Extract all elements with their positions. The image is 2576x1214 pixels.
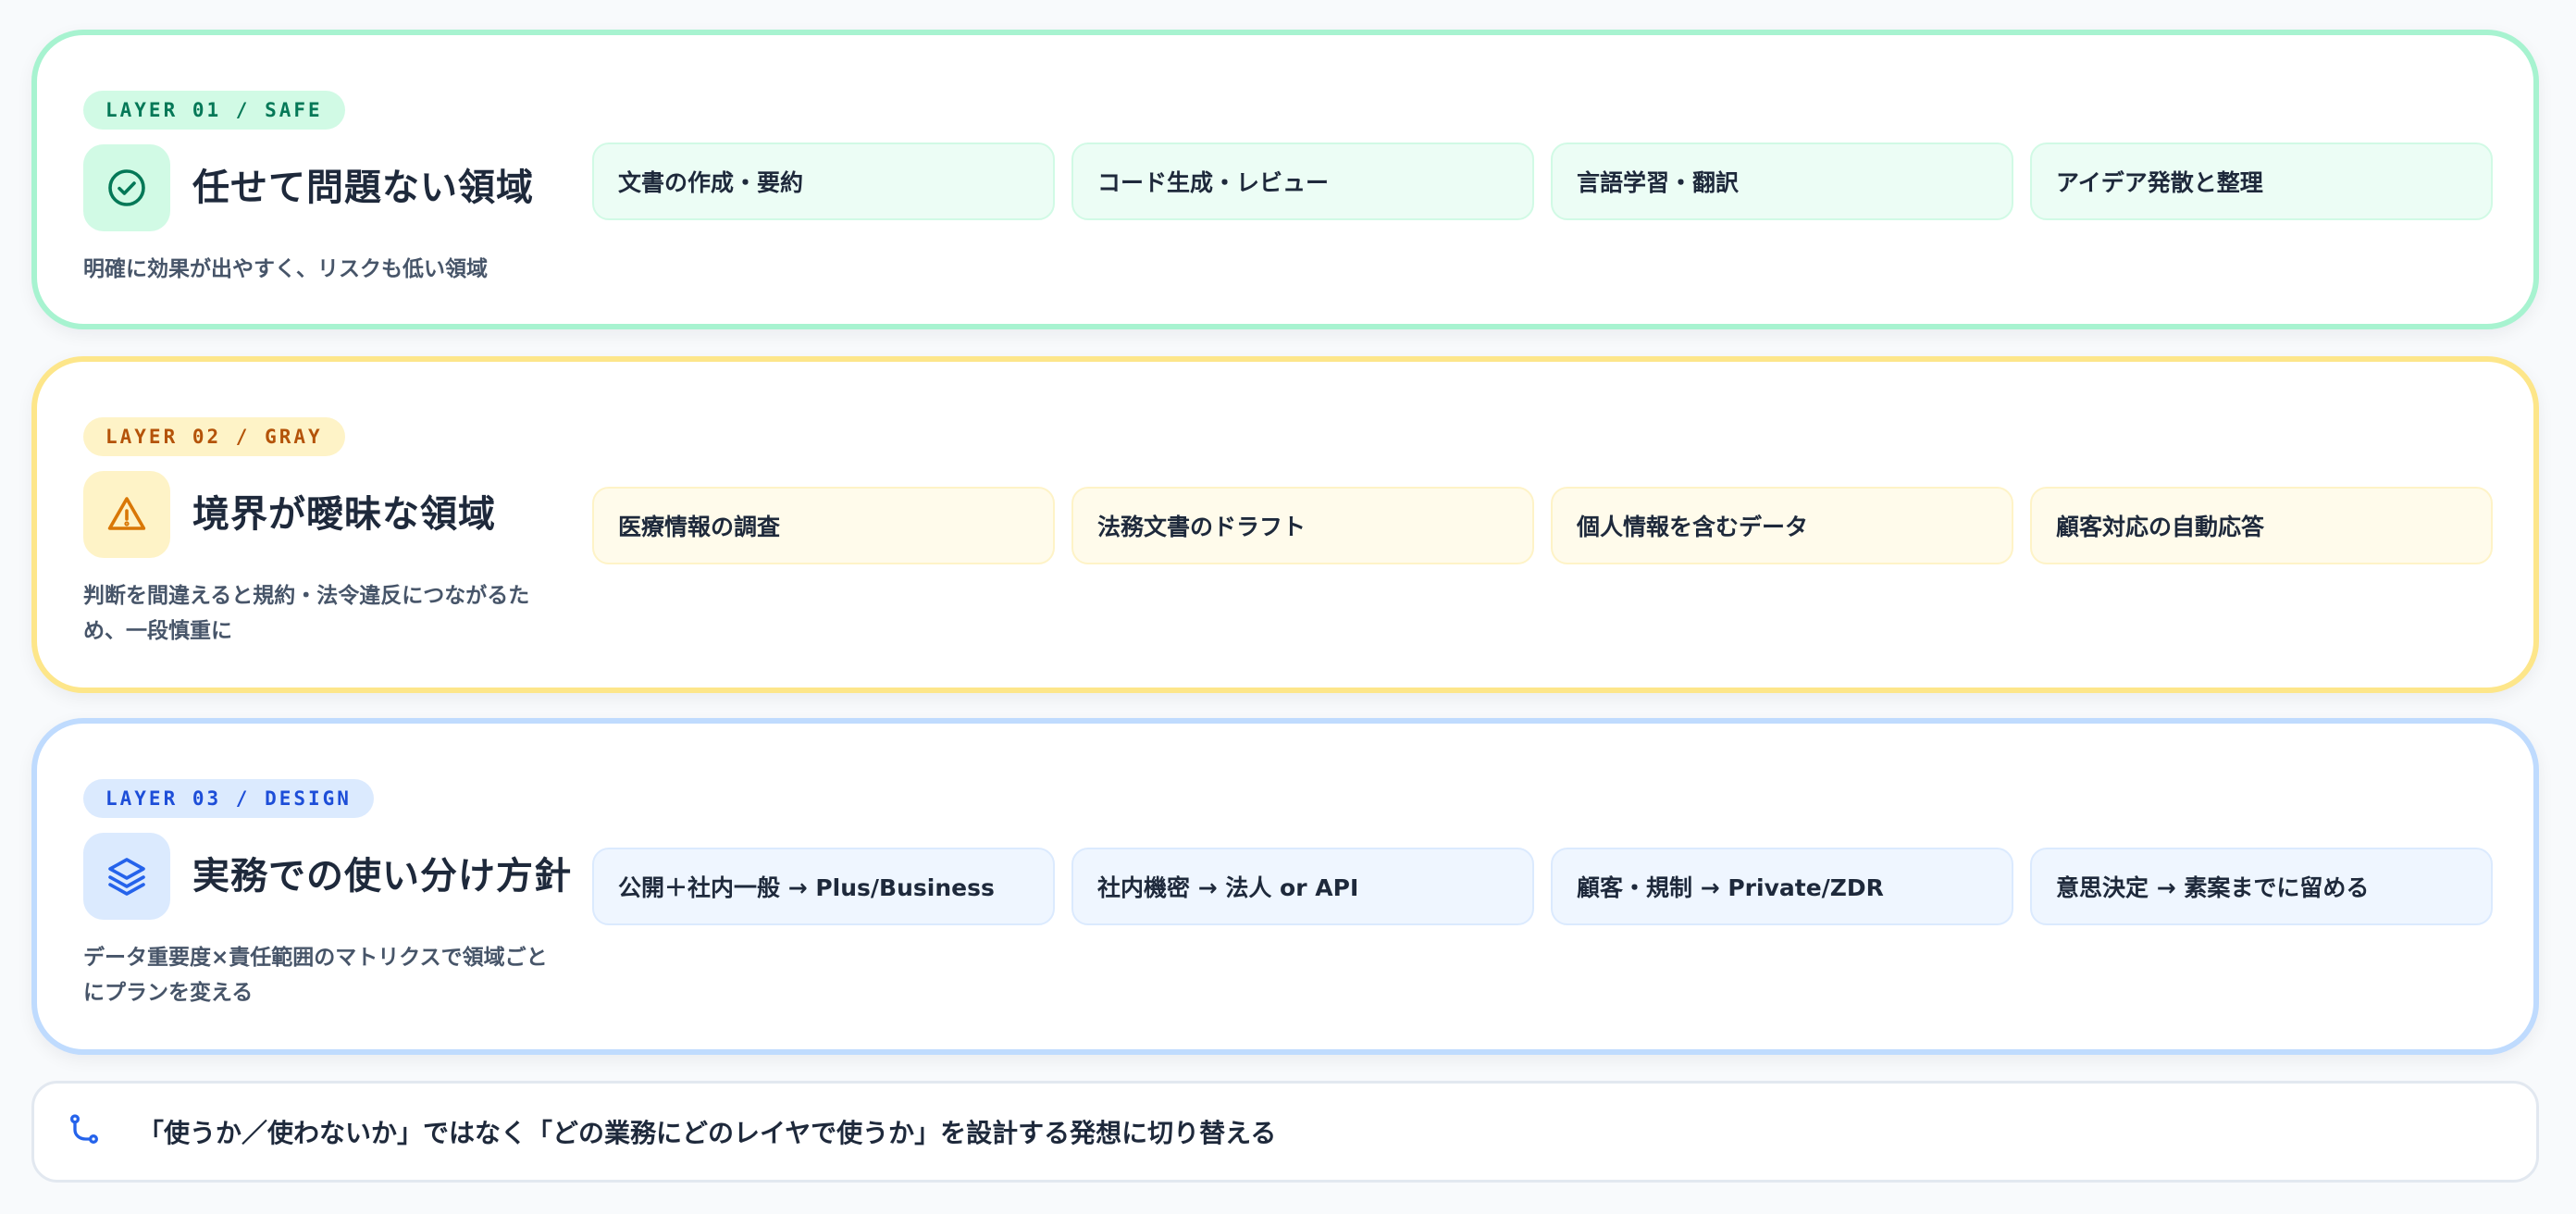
- layer-safe-header: LAYER 01 / SAFE 任せて問題ない領域 明確に効果が出やすく、リスク…: [83, 91, 592, 287]
- layer-badge: LAYER 02 / GRAY: [83, 417, 345, 456]
- footer-text: 「使うか／使わないか」ではなく「どの業務にどのレイヤで使うか」を設計する発想に切…: [138, 1118, 1277, 1148]
- chip-item: 公開＋社内一般 → Plus/Business: [592, 848, 1055, 925]
- layer-title-row: 境界が曖昧な領域: [83, 471, 592, 558]
- layer-description: 判断を間違えると規約・法令違反につながるため、一段慎重に: [83, 584, 530, 643]
- layer-design-header: LAYER 03 / DESIGN 実務での使い分け方針 データ重要度×責任範囲…: [83, 779, 592, 1010]
- chip-item: 言語学習・翻訳: [1551, 142, 2013, 220]
- layer-chip-list: 公開＋社内一般 → Plus/Business 社内機密 → 法人 or API…: [592, 848, 2493, 925]
- layer-design-card: LAYER 03 / DESIGN 実務での使い分け方針 データ重要度×責任範囲…: [31, 718, 2539, 1055]
- warning-triangle-icon: [83, 471, 170, 558]
- layer-chip-list: 医療情報の調査 法務文書のドラフト 個人情報を含むデータ 顧客対応の自動応答: [592, 487, 2493, 564]
- layer-badge: LAYER 01 / SAFE: [83, 91, 345, 130]
- layer-safe-card: LAYER 01 / SAFE 任せて問題ない領域 明確に効果が出やすく、リスク…: [31, 30, 2539, 329]
- chip-item: 法務文書のドラフト: [1071, 487, 1534, 564]
- layer-description: データ重要度×責任範囲のマトリクスで領域ごとにプランを変える: [83, 946, 548, 1005]
- chip-item: アイデア発散と整理: [2030, 142, 2493, 220]
- chip-item: 社内機密 → 法人 or API: [1071, 848, 1534, 925]
- git-branch-icon: [66, 1111, 103, 1152]
- chip-item: 個人情報を含むデータ: [1551, 487, 2013, 564]
- chip-item: 顧客・規制 → Private/ZDR: [1551, 848, 2013, 925]
- summary-footer: 「使うか／使わないか」ではなく「どの業務にどのレイヤで使うか」を設計する発想に切…: [31, 1081, 2539, 1183]
- layer-title: 境界が曖昧な領域: [192, 493, 496, 536]
- chip-item: 顧客対応の自動応答: [2030, 487, 2493, 564]
- layer-title: 任せて問題ない領域: [192, 167, 534, 209]
- chip-item: 医療情報の調査: [592, 487, 1055, 564]
- layer-description: 明確に効果が出やすく、リスクも低い領域: [83, 257, 488, 281]
- layer-title-row: 任せて問題ない領域: [83, 144, 592, 231]
- chip-item: 意思決定 → 素案までに留める: [2030, 848, 2493, 925]
- layers-icon: [83, 833, 170, 920]
- layer-title: 実務での使い分け方針: [192, 855, 572, 898]
- layer-chip-list: 文書の作成・要約 コード生成・レビュー 言語学習・翻訳 アイデア発散と整理: [592, 142, 2493, 220]
- chip-item: コード生成・レビュー: [1071, 142, 1534, 220]
- check-circle-icon: [83, 144, 170, 231]
- layer-gray-header: LAYER 02 / GRAY 境界が曖昧な領域 判断を間違えると規約・法令違反…: [83, 417, 592, 649]
- layer-gray-card: LAYER 02 / GRAY 境界が曖昧な領域 判断を間違えると規約・法令違反…: [31, 356, 2539, 693]
- layer-badge: LAYER 03 / DESIGN: [83, 779, 374, 818]
- chip-item: 文書の作成・要約: [592, 142, 1055, 220]
- layer-title-row: 実務での使い分け方針: [83, 833, 592, 920]
